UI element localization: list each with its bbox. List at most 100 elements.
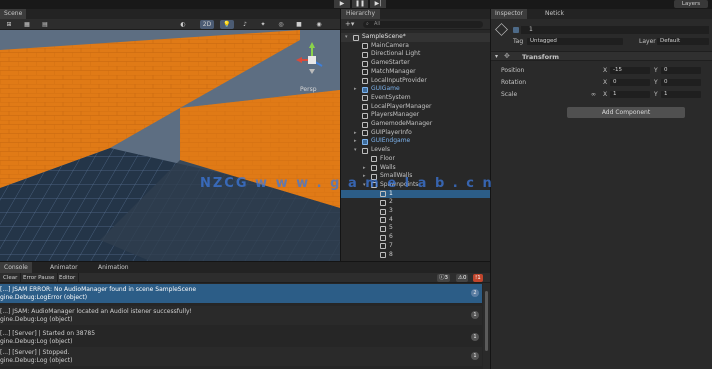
watermark-text: NZCG w w w . g a m e l a b . c n [200,176,494,191]
layer-dropdown[interactable]: Default [657,38,709,45]
scene-viewport[interactable]: Persp [0,30,340,261]
console-log-entry[interactable]: [...] JSAM: AudioManager located an Audi… [0,306,482,325]
tab-hierarchy[interactable]: Hierarchy [341,9,381,19]
position-y-field[interactable]: 0 [661,67,701,74]
chevron-right-icon[interactable]: ▸ [354,137,357,146]
tab-scene[interactable]: Scene [0,9,27,19]
scale-x-label: X [603,91,608,98]
hierarchy-item[interactable]: PlayersManager [341,111,490,120]
hierarchy-item[interactable]: LocalPlayerManager [341,103,490,112]
gameobject-icon [362,138,368,145]
hierarchy-item[interactable]: 4 [341,216,490,225]
rotation-y-field[interactable]: 0 [661,79,701,86]
hierarchy-item[interactable]: ▾ Levels [341,146,490,155]
2d-toggle-button[interactable]: 2D [200,20,214,29]
hierarchy-item[interactable]: 6 [341,233,490,242]
hierarchy-item[interactable]: 2 [341,198,490,207]
hierarchy-item-label: SampleScene* [362,33,406,40]
hierarchy-item[interactable]: EventSystem [341,94,490,103]
2d-label: 2D [202,21,212,28]
pause-button[interactable]: ❚❚ [352,0,368,8]
hierarchy-item[interactable]: ▸ GUIEndgame [341,137,490,146]
hierarchy-item[interactable]: ▸ GUIPlayerInfo [341,129,490,138]
scene-render [0,30,340,261]
snap-icon[interactable]: ▤ [38,20,52,29]
hierarchy-item[interactable]: GameStarter [341,59,490,68]
chevron-right-icon[interactable]: ▸ [363,164,366,173]
hierarchy-item[interactable]: 3 [341,207,490,216]
error-count-badge[interactable]: !1 [473,274,483,282]
hierarchy-item-label: GUIGame [371,85,400,93]
error-pause-button[interactable]: Error Pause [20,273,59,283]
hidden-icon[interactable]: ◎ [274,20,288,29]
scale-y-field[interactable]: 1 [661,91,701,98]
console-log-entry[interactable]: [...] [Server] | Stopped. gine.Debug:Log … [0,347,482,366]
hierarchy-item[interactable]: ▸ Walls [341,164,490,173]
gizmo-icon[interactable]: ◉ [312,20,326,29]
console-tab-strip: Console Animator Animation [0,262,490,273]
main-toolbar: ▶ ❚❚ ▶| Layers [0,0,712,9]
step-button[interactable]: ▶| [370,0,386,8]
hierarchy-item[interactable]: 8 [341,251,490,260]
audio-icon[interactable]: ♪ [238,20,252,29]
hierarchy-scene-root[interactable]: ▾ SampleScene* [341,33,490,42]
hierarchy-item[interactable]: MatchManager [341,68,490,77]
gameobject-icon [362,69,368,76]
console-log-entry[interactable]: [...] [Server] | Started on 38785 gine.De… [0,328,482,347]
gameobject-icon [495,23,508,36]
tab-console[interactable]: Console [0,262,32,273]
hierarchy-item[interactable]: 7 [341,242,490,251]
hierarchy-item[interactable]: ▸ GUIGame [341,85,490,94]
hierarchy-search-input[interactable]: ⌕ All [363,21,483,28]
hierarchy-toolbar: +▾ ⌕ All [341,19,490,30]
clear-button[interactable]: Clear [0,273,22,283]
position-y-label: Y [654,67,658,74]
tab-animation[interactable]: Animation [94,262,133,273]
add-component-button[interactable]: Add Component [567,107,685,118]
chevron-right-icon[interactable]: ▸ [354,129,357,138]
hierarchy-item[interactable]: Floor [341,155,490,164]
position-x-field[interactable]: -15 [610,67,650,74]
console-log-entry[interactable]: [...] JSAM ERROR: No AudioManager found … [0,284,482,303]
chevron-down-icon[interactable]: ▾ [354,146,357,155]
effects-icon[interactable]: ✦ [256,20,270,29]
add-icon[interactable]: +▾ [345,20,354,28]
active-checkbox[interactable] [513,27,519,33]
grid-icon[interactable]: ▦ [20,20,34,29]
hierarchy-item[interactable]: 5 [341,224,490,233]
layers-dropdown[interactable]: Layers [674,0,708,8]
editor-dropdown[interactable]: Editor [56,273,80,283]
scale-x-field[interactable]: 1 [610,91,650,98]
transform-component-header[interactable]: ▾ ✥ Transform [491,51,712,61]
log-stacktrace: gine.Debug:Log (object) [0,315,73,323]
log-collapse-count: 1 [471,311,479,319]
tab-inspector[interactable]: Inspector [491,9,527,19]
hierarchy-item-label: LocalInputProvider [371,76,427,84]
tag-label: Tag [513,38,524,45]
console-scrollbar[interactable] [483,283,490,369]
tab-netick[interactable]: Netick [541,9,568,19]
chevron-down-icon: ▾ [495,53,499,60]
hierarchy-item[interactable]: MainCamera [341,42,490,51]
perspective-label[interactable]: Persp [300,86,317,93]
camera-icon[interactable]: ■ [292,20,306,29]
gameobject-icon [380,234,386,241]
log-count-badge[interactable]: ⓘ3 [437,274,451,282]
hierarchy-item[interactable]: LocalInputProvider [341,77,490,86]
shading-icon[interactable]: ◐ [176,20,190,29]
tool-handle-icon[interactable]: ⊞ [2,20,16,29]
rotation-x-field[interactable]: 0 [610,79,650,86]
warning-count-badge[interactable]: ⚠0 [456,274,469,282]
object-name-field[interactable]: 1 [521,26,709,34]
tag-dropdown[interactable]: Untagged [527,38,623,45]
chevron-down-icon[interactable]: ▾ [345,33,348,42]
chevron-right-icon[interactable]: ▸ [354,85,357,94]
link-icon[interactable]: ∞ [591,91,596,98]
hierarchy-item[interactable]: GamemodeManager [341,120,490,129]
scrollbar-thumb[interactable] [485,291,488,351]
tab-animator[interactable]: Animator [46,262,82,273]
hierarchy-item-label: 8 [389,250,393,258]
hierarchy-item[interactable]: Directional Light [341,50,490,59]
light-icon[interactable]: 💡 [220,20,234,29]
play-button[interactable]: ▶ [334,0,350,8]
